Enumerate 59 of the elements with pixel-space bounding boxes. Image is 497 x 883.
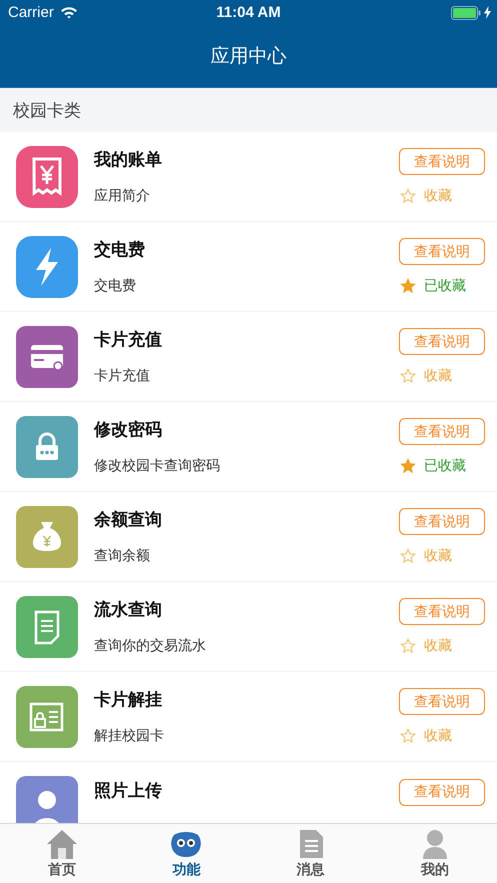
star-outline-icon[interactable] [400, 188, 416, 204]
battery-icon [451, 6, 481, 20]
document-icon [298, 828, 324, 858]
wifi-icon [60, 6, 78, 19]
person-icon[interactable] [14, 774, 80, 823]
lightning-icon[interactable] [14, 234, 80, 300]
tab[interactable]: 首页 [0, 824, 124, 883]
view-details-button[interactable]: 查看说明 [399, 688, 485, 715]
favorite-label[interactable]: 收藏 [424, 637, 452, 655]
charging-icon [484, 6, 491, 19]
star-outline-icon[interactable] [400, 368, 416, 384]
app-description: 卡片充值 [94, 367, 151, 385]
carrier-name: Carrier [8, 4, 54, 21]
star-outline-icon[interactable] [400, 548, 416, 564]
favorite-label[interactable]: 已收藏 [424, 277, 466, 295]
money-bag-icon[interactable] [14, 504, 80, 570]
filled-star-icon[interactable] [400, 278, 416, 294]
app-title: 流水查询 [94, 599, 163, 621]
tab[interactable]: 功能 [124, 824, 248, 883]
page-title: 应用中心 [210, 44, 286, 69]
house-icon [46, 828, 78, 858]
app-description: 查询余额 [94, 547, 151, 565]
app-description: 应用简介 [94, 187, 151, 205]
person-icon [422, 828, 448, 858]
app-description: 修改校园卡查询密码 [94, 457, 221, 475]
view-details-button[interactable]: 查看说明 [399, 328, 485, 355]
app-title: 我的账单 [94, 149, 163, 171]
app-description: 交电费 [94, 277, 137, 295]
tab[interactable]: 消息 [248, 824, 373, 883]
app-title: 照片上传 [94, 780, 163, 802]
app-title: 修改密码 [94, 419, 163, 441]
favorite-label[interactable]: 收藏 [424, 187, 452, 205]
app-title: 交电费 [94, 239, 146, 261]
app-description: 解挂校园卡 [94, 727, 165, 745]
app-title: 余额查询 [94, 509, 163, 531]
lock-icon[interactable] [14, 414, 80, 480]
app-title: 卡片充值 [94, 329, 163, 351]
favorite-label[interactable]: 收藏 [424, 367, 452, 385]
star-outline-icon[interactable] [400, 728, 416, 744]
favorite-label[interactable]: 收藏 [424, 727, 452, 745]
favorite-label[interactable]: 收藏 [424, 547, 452, 565]
view-details-button[interactable]: 查看说明 [399, 238, 485, 265]
view-details-button[interactable]: 查看说明 [399, 778, 485, 806]
app-title: 卡片解挂 [94, 689, 163, 711]
filled-star-icon[interactable] [400, 458, 416, 474]
favorite-label[interactable]: 已收藏 [424, 457, 466, 475]
card-lock-icon[interactable] [14, 684, 80, 750]
app-description: 查询你的交易流水 [94, 637, 207, 655]
receipt-icon[interactable] [14, 144, 80, 210]
tab[interactable]: 我的 [372, 824, 497, 883]
section-title: 校园卡类 [13, 100, 81, 122]
star-outline-icon[interactable] [400, 638, 416, 654]
document-icon[interactable] [14, 594, 80, 660]
status-time: 11:04 AM [215, 4, 282, 21]
view-details-button[interactable]: 查看说明 [399, 508, 485, 535]
view-details-button[interactable]: 查看说明 [399, 598, 485, 625]
view-details-button[interactable]: 查看说明 [399, 148, 485, 175]
card-icon[interactable] [14, 324, 80, 390]
view-details-button[interactable]: 查看说明 [399, 418, 485, 445]
